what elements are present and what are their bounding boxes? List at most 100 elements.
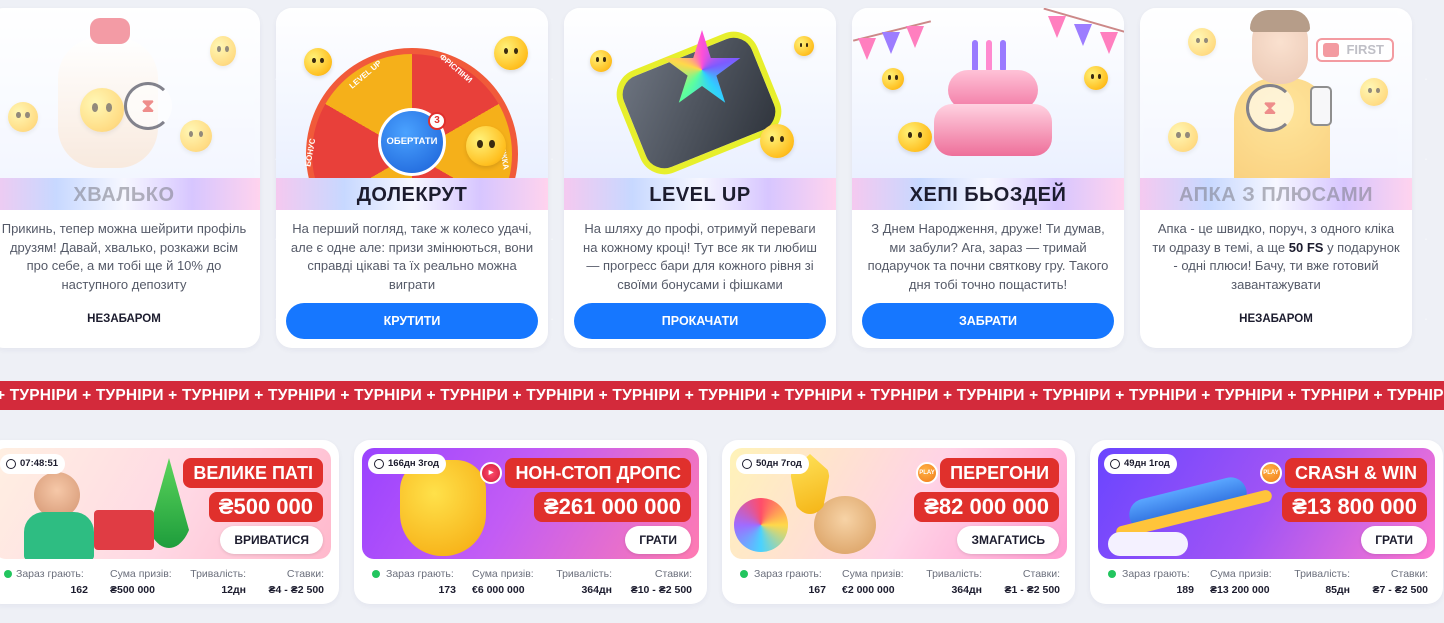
tournament-prize: ₴13 800 000 — [1282, 492, 1427, 522]
duration-label: Тривалість: — [556, 568, 612, 580]
provider-logo-icon: ▶ — [480, 462, 502, 484]
prize-sum-value: ₴500 000 — [110, 584, 155, 596]
promo-card-app: ⧗ FIRST АПКА З ПЛЮСАМИ Апка - це швидко,… — [1140, 8, 1412, 348]
tournament-prize: ₴82 000 000 — [914, 492, 1059, 522]
tournament-timer: 07:48:51 — [0, 454, 66, 474]
tournament-name: НОН-СТОП ДРОПС — [505, 458, 691, 488]
duration-value: 85дн — [1325, 584, 1350, 596]
promo-card-khvalko: ⧗ ХВАЛЬКО Прикинь, тепер можна шейрити п… — [0, 8, 260, 348]
tournament-banner: PLAY 50дн 7год ПЕРЕГОНИ ₴82 000 000 ЗМАГ… — [730, 448, 1067, 559]
coming-soon-label: НЕЗАБАРОМ — [87, 313, 161, 325]
players-label: Зараз грають: — [16, 568, 84, 580]
hourglass-timer-icon: ⧗ — [1246, 84, 1294, 132]
duration-value: 12дн — [221, 584, 246, 596]
tournament-banner: 07:48:51 ВЕЛИКЕ ПАТІ ₴500 000 ВРИВАТИСЯ — [0, 448, 331, 559]
prize-sum-value: €6 000 000 — [472, 584, 525, 596]
live-indicator-icon — [4, 570, 12, 578]
tournament-name: CRASH & WIN — [1285, 458, 1427, 488]
promo-title: АПКА З ПЛЮСАМИ — [1178, 184, 1374, 206]
promo-card-dolekrut: LEVEL UP ФРІСПІНИ БОНУС ЗНИЖКА ОБЕРТАТИ … — [276, 8, 548, 348]
lollipop-icon — [734, 498, 788, 552]
players-value: 167 — [808, 584, 826, 596]
bets-label: Ставки: — [286, 568, 324, 580]
tournament-timer: 49дн 1год — [1104, 454, 1177, 474]
bets-label: Ставки: — [1390, 568, 1428, 580]
live-indicator-icon — [740, 570, 748, 578]
promo-title: ХВАЛЬКО — [73, 184, 175, 206]
tournament-card-non-stop-drops[interactable]: ▶ 166дн 3год НОН-СТОП ДРОПС ₴261 000 000… — [354, 440, 707, 604]
live-indicator-icon — [1108, 570, 1116, 578]
provider-logo-icon: PLAY — [1260, 462, 1282, 484]
tournament-name: ВЕЛИКЕ ПАТІ — [183, 458, 323, 488]
duration-value: 364дн — [581, 584, 612, 596]
duration-label: Тривалість: — [190, 568, 246, 580]
promo-description: Апка - це швидко, поруч, з одного кліка … — [1152, 221, 1400, 292]
promo-art: ⧗ FIRST — [1140, 8, 1412, 180]
players-label: Зараз грають: — [754, 568, 822, 580]
bets-value: ₴10 - ₴2 500 — [630, 584, 692, 596]
tournaments-ticker: + ТУРНІРИ + ТУРНІРИ + ТУРНІРИ + ТУРНІРИ … — [0, 381, 1444, 410]
promo-cards-row: ⧗ ХВАЛЬКО Прикинь, тепер можна шейрити п… — [0, 8, 1444, 350]
players-value: 162 — [70, 584, 88, 596]
claim-button[interactable]: ЗАБРАТИ — [862, 303, 1114, 339]
tournament-stats: Зараз грають: 189 Сума призів: ₴13 200 000… — [1090, 566, 1443, 600]
prize-sum-value: €2 000 000 — [842, 584, 895, 596]
first-tag: FIRST — [1316, 38, 1394, 62]
promo-title: LEVEL UP — [649, 184, 751, 206]
promo-card-happy-birthday: ХЕПІ БЬОЗДЕЙ З Днем Народження, друже! Т… — [852, 8, 1124, 348]
bets-value: ₴4 - ₴2 500 — [268, 584, 324, 596]
join-tournament-button[interactable]: ВРИВАТИСЯ — [220, 526, 323, 554]
coming-soon-label: НЕЗАБАРОМ — [1239, 313, 1313, 325]
spins-count-badge: 3 — [428, 112, 446, 130]
tournament-prize: ₴261 000 000 — [533, 492, 691, 522]
play-tournament-button[interactable]: ГРАТИ — [625, 526, 691, 554]
players-value: 173 — [438, 584, 456, 596]
tournament-stats: Зараз грають: 162 Сума призів: ₴500 000 Тр… — [0, 566, 339, 600]
promo-description: З Днем Народження, друже! Ти думав, ми з… — [867, 221, 1109, 292]
tournament-banner: ▶ 166дн 3год НОН-СТОП ДРОПС ₴261 000 000… — [362, 448, 699, 559]
spin-button[interactable]: КРУТИТИ — [286, 303, 538, 339]
bets-label: Ставки: — [654, 568, 692, 580]
lightning-shield-icon — [400, 460, 486, 556]
bets-label: Ставки: — [1022, 568, 1060, 580]
promo-art — [852, 8, 1124, 180]
compete-button[interactable]: ЗМАГАТИСЬ — [957, 526, 1059, 554]
tournament-card-perehony[interactable]: PLAY 50дн 7год ПЕРЕГОНИ ₴82 000 000 ЗМАГ… — [722, 440, 1075, 604]
promo-art: ⧗ — [0, 8, 260, 180]
tournament-stats: Зараз грають: 167 Сума призів: €2 000 000 … — [722, 566, 1075, 600]
tournament-timer: 50дн 7год — [736, 454, 809, 474]
tournament-stats: Зараз грають: 173 Сума призів: €6 000 000 … — [354, 566, 707, 600]
promo-description: На перший погляд, таке ж колесо удачі, а… — [290, 221, 534, 292]
hourglass-timer-icon: ⧗ — [124, 82, 172, 130]
bets-value: ₴1 - ₴2 500 — [1004, 584, 1060, 596]
prize-sum-label: Сума призів: — [110, 568, 172, 580]
phone-icon — [1310, 86, 1332, 126]
promo-description: Прикинь, тепер можна шейрити профіль дру… — [1, 221, 247, 292]
tournament-card-velyke-paty[interactable]: 07:48:51 ВЕЛИКЕ ПАТІ ₴500 000 ВРИВАТИСЯ … — [0, 440, 339, 604]
promo-description: На шляху до профі, отримуй переваги на к… — [583, 221, 817, 292]
promo-title: ДОЛЕКРУТ — [356, 184, 468, 206]
play-tournament-button[interactable]: ГРАТИ — [1361, 526, 1427, 554]
prize-sum-value: ₴13 200 000 — [1210, 584, 1270, 596]
gift-box-icon — [94, 510, 154, 550]
level-up-button[interactable]: ПРОКАЧАТИ — [574, 303, 826, 339]
players-value: 189 — [1176, 584, 1194, 596]
prize-sum-label: Сума призів: — [472, 568, 534, 580]
promo-card-level-up: LEVEL UP На шляху до профі, отримуй пере… — [564, 8, 836, 348]
promo-art — [564, 8, 836, 180]
prize-sum-label: Сума призів: — [842, 568, 904, 580]
ticker-text: + ТУРНІРИ + ТУРНІРИ + ТУРНІРИ + ТУРНІРИ … — [0, 387, 1444, 404]
players-label: Зараз грають: — [386, 568, 454, 580]
promo-title: ХЕПІ БЬОЗДЕЙ — [909, 184, 1067, 206]
duration-label: Тривалість: — [1294, 568, 1350, 580]
tournament-name: ПЕРЕГОНИ — [940, 458, 1059, 488]
prize-sum-label: Сума призів: — [1210, 568, 1272, 580]
bets-value: ₴7 - ₴2 500 — [1372, 584, 1428, 596]
provider-logo-icon: PLAY — [916, 462, 938, 484]
tournament-card-crash-win[interactable]: PLAY 49дн 1год CRASH & WIN ₴13 800 000 Г… — [1090, 440, 1443, 604]
cloud-icon — [1108, 532, 1188, 556]
players-label: Зараз грають: — [1122, 568, 1190, 580]
live-indicator-icon — [372, 570, 380, 578]
duration-value: 364дн — [951, 584, 982, 596]
tournament-prize: ₴500 000 — [208, 492, 323, 522]
